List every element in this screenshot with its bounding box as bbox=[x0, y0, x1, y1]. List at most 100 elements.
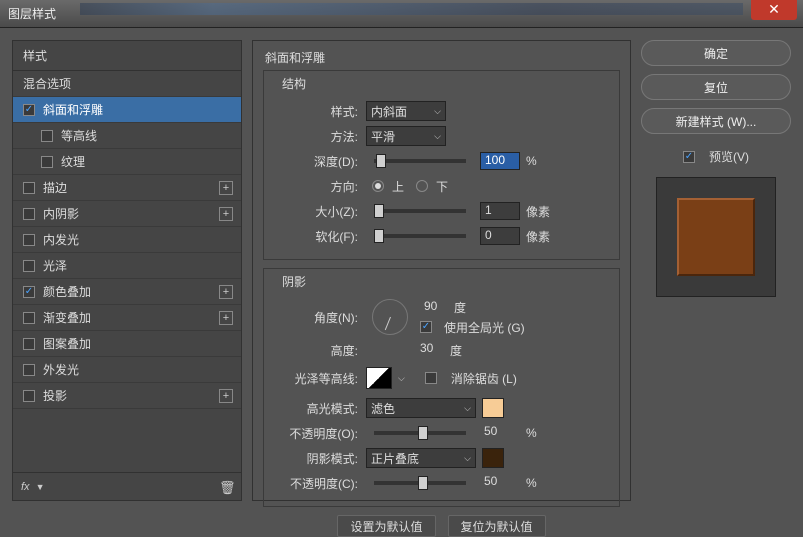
blend-options-label: 混合选项 bbox=[23, 75, 71, 92]
style-checkbox[interactable] bbox=[23, 390, 35, 402]
chevron-down-icon: ⌵ bbox=[434, 131, 441, 142]
shadow-mode-label: 阴影模式: bbox=[274, 450, 360, 467]
size-label: 大小(Z): bbox=[274, 203, 360, 220]
fx-icon[interactable]: fx bbox=[21, 481, 30, 493]
style-label: 等高线 bbox=[61, 127, 97, 144]
chevron-down-icon: ⌵ bbox=[464, 403, 471, 414]
style-row-10[interactable]: 外发光 bbox=[13, 357, 241, 383]
antialias-label: 消除锯齿 (L) bbox=[451, 370, 517, 387]
add-instance-icon[interactable]: + bbox=[219, 207, 233, 221]
shading-fieldset: 阴影 角度(N): 90 度 使用全局光 (G) 高度: bbox=[263, 268, 620, 507]
style-label: 纹理 bbox=[61, 153, 85, 170]
style-checkbox[interactable] bbox=[23, 234, 35, 246]
style-label: 投影 bbox=[43, 387, 67, 404]
style-checkbox[interactable] bbox=[23, 286, 35, 298]
style-checkbox[interactable] bbox=[23, 364, 35, 376]
style-label: 外发光 bbox=[43, 361, 79, 378]
highlight-mode-value: 滤色 bbox=[371, 400, 395, 417]
title-bar: 图层样式 ✕ bbox=[0, 0, 803, 28]
styles-footer: fx ▼ 🗑 bbox=[13, 472, 241, 500]
style-row-11[interactable]: 投影 + bbox=[13, 383, 241, 409]
gloss-contour-picker[interactable] bbox=[366, 367, 392, 389]
style-row-3[interactable]: 描边 + bbox=[13, 175, 241, 201]
style-label: 斜面和浮雕 bbox=[43, 101, 103, 118]
style-row-4[interactable]: 内阴影+ bbox=[13, 201, 241, 227]
angle-input[interactable]: 90 bbox=[420, 299, 448, 317]
style-checkbox[interactable] bbox=[23, 208, 35, 220]
style-row-7[interactable]: 颜色叠加 + bbox=[13, 279, 241, 305]
shadow-opacity-input[interactable]: 50 bbox=[480, 474, 520, 492]
add-instance-icon[interactable]: + bbox=[219, 181, 233, 195]
close-button[interactable]: ✕ bbox=[751, 0, 797, 20]
ok-button[interactable]: 确定 bbox=[641, 40, 791, 66]
style-checkbox[interactable] bbox=[41, 156, 53, 168]
cancel-button[interactable]: 复位 bbox=[641, 74, 791, 100]
trash-icon[interactable]: 🗑 bbox=[219, 480, 233, 494]
style-checkbox[interactable] bbox=[23, 182, 35, 194]
shadow-mode-select[interactable]: 正片叠底⌵ bbox=[366, 448, 476, 468]
style-row-0[interactable]: 斜面和浮雕 bbox=[13, 97, 241, 123]
preview-checkbox[interactable] bbox=[683, 151, 695, 163]
global-light-label: 使用全局光 (G) bbox=[444, 319, 525, 336]
highlight-opacity-unit: % bbox=[526, 426, 560, 440]
method-value: 平滑 bbox=[371, 128, 395, 145]
size-slider[interactable] bbox=[374, 209, 466, 213]
size-unit: 像素 bbox=[526, 203, 560, 220]
blend-options-row[interactable]: 混合选项 bbox=[13, 71, 241, 97]
highlight-opacity-slider[interactable] bbox=[374, 431, 466, 435]
style-select[interactable]: 内斜面⌵ bbox=[366, 101, 446, 121]
shadow-color-swatch[interactable] bbox=[482, 448, 504, 468]
style-checkbox[interactable] bbox=[23, 312, 35, 324]
global-light-checkbox[interactable] bbox=[420, 321, 432, 333]
add-instance-icon[interactable]: + bbox=[219, 285, 233, 299]
style-row-2[interactable]: 纹理 bbox=[13, 149, 241, 175]
angle-dial[interactable] bbox=[372, 299, 408, 335]
style-row-1[interactable]: 等高线 bbox=[13, 123, 241, 149]
shadow-opacity-slider[interactable] bbox=[374, 481, 466, 485]
highlight-opacity-label: 不透明度(O): bbox=[274, 425, 360, 442]
shading-legend: 阴影 bbox=[278, 273, 310, 290]
style-row-9[interactable]: 图案叠加 bbox=[13, 331, 241, 357]
depth-slider[interactable] bbox=[374, 159, 466, 163]
style-row-8[interactable]: 渐变叠加+ bbox=[13, 305, 241, 331]
fx-menu-caret-icon[interactable]: ▼ bbox=[36, 482, 45, 492]
soften-input[interactable]: 0 bbox=[480, 227, 520, 245]
method-select[interactable]: 平滑 ⌵ bbox=[366, 126, 446, 146]
antialias-checkbox[interactable] bbox=[425, 372, 437, 384]
direction-down-radio[interactable] bbox=[416, 180, 428, 192]
depth-input[interactable]: 100 bbox=[480, 152, 520, 170]
new-style-button[interactable]: 新建样式 (W)... bbox=[641, 108, 791, 134]
direction-up-radio[interactable] bbox=[372, 180, 384, 192]
style-checkbox[interactable] bbox=[23, 338, 35, 350]
style-label: 描边 bbox=[43, 179, 67, 196]
make-default-button[interactable]: 设置为默认值 bbox=[337, 515, 435, 537]
add-instance-icon[interactable]: + bbox=[219, 389, 233, 403]
chevron-down-icon: ⌵ bbox=[434, 106, 441, 117]
style-row-5[interactable]: 内发光 bbox=[13, 227, 241, 253]
direction-down-label: 下 bbox=[436, 178, 448, 195]
altitude-input[interactable]: 30 bbox=[416, 341, 444, 359]
style-checkbox[interactable] bbox=[41, 130, 53, 142]
highlight-mode-select[interactable]: 滤色 ⌵ bbox=[366, 398, 476, 418]
direction-label: 方向: bbox=[274, 178, 360, 195]
chevron-down-icon[interactable]: ⌵ bbox=[398, 373, 405, 384]
style-checkbox[interactable] bbox=[23, 260, 35, 272]
style-checkbox[interactable] bbox=[23, 104, 35, 116]
style-row-6[interactable]: 光泽 bbox=[13, 253, 241, 279]
angle-label: 角度(N): bbox=[274, 309, 360, 326]
altitude-unit: 度 bbox=[450, 342, 462, 359]
preview-label: 预览(V) bbox=[709, 148, 749, 165]
size-input[interactable]: 1 bbox=[480, 202, 520, 220]
style-label: 颜色叠加 bbox=[43, 283, 91, 300]
depth-label: 深度(D): bbox=[274, 153, 360, 170]
reset-default-button[interactable]: 复位为默认值 bbox=[448, 515, 546, 537]
soften-slider[interactable] bbox=[374, 234, 466, 238]
highlight-opacity-input[interactable]: 50 bbox=[480, 424, 520, 442]
add-instance-icon[interactable]: + bbox=[219, 311, 233, 325]
highlight-color-swatch[interactable] bbox=[482, 398, 504, 418]
direction-up-label: 上 bbox=[392, 178, 404, 195]
style-label: 图案叠加 bbox=[43, 335, 91, 352]
right-panel: 确定 复位 新建样式 (W)... 预览(V) bbox=[641, 40, 791, 501]
settings-title: 斜面和浮雕 bbox=[265, 49, 620, 66]
close-icon: ✕ bbox=[768, 1, 780, 18]
